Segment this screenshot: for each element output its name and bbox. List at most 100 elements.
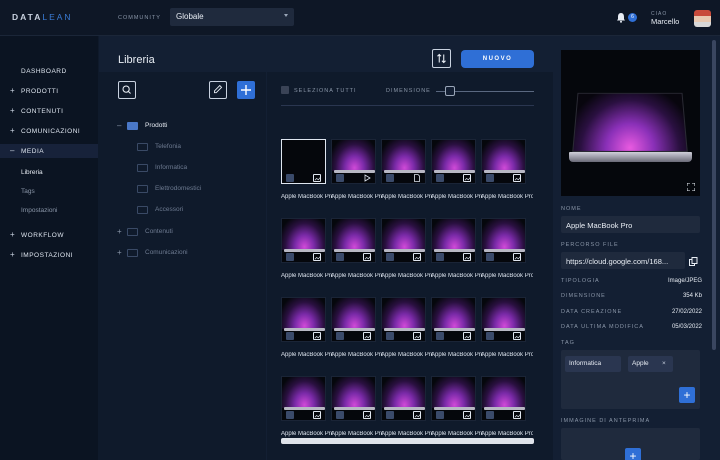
media-thumbnail[interactable] (331, 297, 376, 342)
fullscreen-icon[interactable] (687, 183, 695, 191)
select-checkbox[interactable] (286, 253, 294, 261)
sidebar-item-contenuti[interactable]: + CONTENUTI (0, 104, 98, 118)
sort-button[interactable] (432, 49, 451, 68)
tag-chip-apple[interactable]: Apple (628, 356, 673, 372)
sidebar-item-dashboard[interactable]: DASHBOARD (0, 64, 98, 78)
select-checkbox[interactable] (486, 253, 494, 261)
thumbnail-screen (382, 377, 425, 408)
media-thumbnail[interactable] (381, 218, 426, 263)
copy-icon[interactable] (689, 257, 698, 266)
select-checkbox[interactable] (386, 332, 394, 340)
media-thumbnail[interactable] (381, 297, 426, 342)
preview-image[interactable] (561, 50, 700, 196)
edit-button[interactable] (209, 81, 227, 99)
select-checkbox[interactable] (436, 174, 444, 182)
media-type-badge (363, 253, 371, 261)
thumbnail-caption: Apple MacBook Pro (381, 431, 433, 437)
sidebar-sub-tags[interactable]: Tags (21, 188, 35, 195)
app-logo[interactable]: DATALEAN (12, 12, 73, 22)
add-folder-button[interactable] (237, 81, 255, 99)
thumbnail-screen (482, 219, 525, 250)
select-checkbox[interactable] (436, 332, 444, 340)
tag-label: TAG (561, 340, 575, 346)
select-checkbox[interactable] (286, 174, 294, 182)
select-all-checkbox[interactable] (281, 86, 289, 94)
media-thumbnail[interactable] (431, 376, 476, 421)
thumbnail-screen (482, 298, 525, 329)
media-thumbnail[interactable] (331, 218, 376, 263)
folder-icon (137, 164, 148, 172)
select-checkbox[interactable] (436, 253, 444, 261)
media-thumbnail[interactable] (331, 376, 376, 421)
horizontal-scrollbar[interactable] (281, 438, 534, 444)
folder-icon (127, 228, 138, 236)
media-type-badge (413, 253, 421, 261)
add-preview-button[interactable]: + (625, 448, 641, 460)
select-checkbox[interactable] (336, 174, 344, 182)
name-field[interactable]: Apple MacBook Pro (561, 216, 700, 233)
media-thumbnail[interactable] (381, 139, 426, 184)
tag-chip-informatica[interactable]: Informatica (565, 356, 621, 372)
select-checkbox[interactable] (486, 332, 494, 340)
media-thumbnail[interactable] (281, 297, 326, 342)
path-field[interactable]: https://cloud.google.com/168... (561, 252, 685, 269)
media-type-badge (363, 332, 371, 340)
sidebar-sub-impostazioni[interactable]: Impostazioni (21, 207, 58, 214)
media-thumbnail[interactable] (481, 139, 526, 184)
preview-image-label: IMMAGINE DI ANTEPRIMA (561, 418, 651, 424)
sidebar-item-impostazioni[interactable]: + IMPOSTAZIONI (0, 248, 98, 262)
media-thumbnail[interactable] (281, 139, 326, 184)
remove-tag-icon[interactable]: × (662, 360, 666, 367)
logo-part-1: DATA (12, 12, 43, 22)
select-checkbox[interactable] (436, 411, 444, 419)
media-thumbnail[interactable] (431, 297, 476, 342)
select-checkbox[interactable] (386, 411, 394, 419)
vertical-scrollbar[interactable] (712, 40, 716, 350)
media-thumbnail[interactable] (281, 218, 326, 263)
sidebar-item-media[interactable]: – MEDIA (0, 144, 98, 158)
community-select[interactable]: Globale (170, 8, 294, 26)
search-button[interactable] (118, 81, 136, 99)
select-checkbox[interactable] (386, 253, 394, 261)
media-thumbnail[interactable] (331, 139, 376, 184)
sidebar-item-comunicazioni[interactable]: + COMUNICAZIONI (0, 124, 98, 138)
select-checkbox[interactable] (386, 174, 394, 182)
thumbnail-caption: Apple MacBook Pro (281, 352, 333, 358)
thumbnail-base (484, 170, 525, 173)
media-thumbnail[interactable] (431, 218, 476, 263)
thumbnail-screen (332, 219, 375, 250)
new-button[interactable]: NUOVO (461, 50, 534, 68)
sidebar-item-prodotti[interactable]: + PRODOTTI (0, 84, 98, 98)
thumbnail-base (284, 249, 325, 252)
select-checkbox[interactable] (336, 253, 344, 261)
thumbnail-screen (482, 140, 525, 171)
media-thumbnail[interactable] (281, 376, 326, 421)
media-thumbnail[interactable] (481, 297, 526, 342)
community-value: Globale (176, 12, 204, 21)
select-checkbox[interactable] (286, 332, 294, 340)
select-checkbox[interactable] (486, 174, 494, 182)
select-checkbox[interactable] (336, 332, 344, 340)
thumbnail-screen (282, 219, 325, 250)
minus-icon: – (10, 146, 15, 155)
image-icon (414, 256, 421, 260)
media-thumbnail[interactable] (381, 376, 426, 421)
add-tag-button[interactable]: + (679, 387, 695, 403)
avatar[interactable] (694, 10, 711, 27)
thumbnail-screen (432, 377, 475, 408)
select-checkbox[interactable] (486, 411, 494, 419)
plus-icon: + (10, 86, 16, 95)
thumbnail-caption: Apple MacBook Pro (331, 273, 383, 279)
bell-icon[interactable] (616, 12, 626, 23)
sidebar-item-workflow[interactable]: + WORKFLOW (0, 228, 98, 242)
media-type-badge (463, 332, 471, 340)
sidebar-sub-libreria[interactable]: Libreria (21, 169, 43, 176)
dimension-slider-thumb[interactable] (444, 86, 455, 96)
media-thumbnail[interactable] (481, 376, 526, 421)
select-checkbox[interactable] (336, 411, 344, 419)
media-thumbnail[interactable] (431, 139, 476, 184)
thumbnail-base (484, 407, 525, 410)
select-checkbox[interactable] (286, 411, 294, 419)
media-thumbnail[interactable] (481, 218, 526, 263)
image-icon (414, 335, 421, 339)
